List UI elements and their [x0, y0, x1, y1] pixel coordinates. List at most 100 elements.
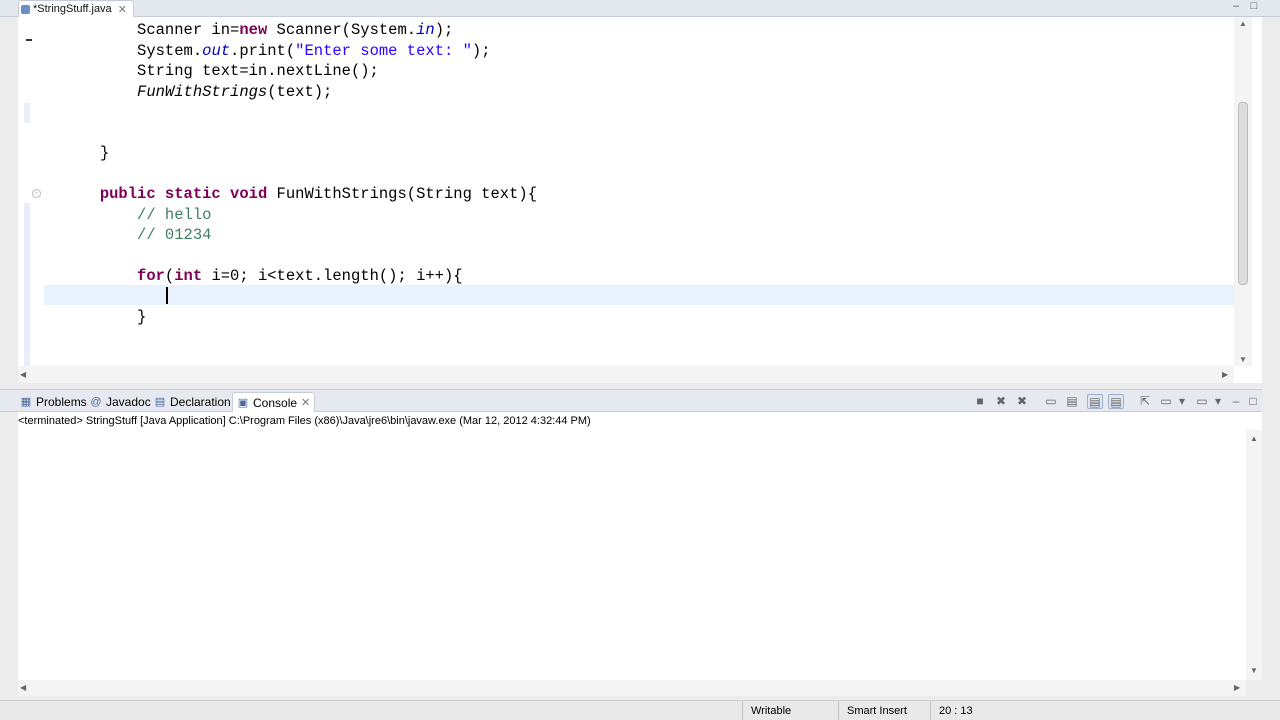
problems-icon: ▦ [20, 396, 32, 408]
tab-problems[interactable]: ▦ Problems [16, 392, 91, 412]
code-token: Scanner in= [137, 21, 240, 39]
code-token: ( [164, 267, 175, 285]
scroll-up-icon[interactable]: ▲ [1239, 19, 1247, 28]
status-bar: Writable Smart Insert 20 : 13 [0, 700, 1280, 720]
tab-problems-label: Problems [36, 395, 87, 409]
status-insert-mode[interactable]: Smart Insert [838, 701, 930, 720]
code-token: "Enter some text: " [295, 41, 472, 60]
code-token: } [99, 144, 110, 162]
code-token: (text); [267, 82, 333, 101]
status-cursor-position: 20 : 13 [930, 701, 1010, 720]
code-line[interactable]: FunWithStrings(text); [44, 82, 1234, 103]
tab-console-label: Console [253, 395, 298, 410]
fold-collapse-icon[interactable]: - [32, 189, 41, 198]
editor-scroll-thumb[interactable] [1238, 102, 1248, 285]
display-console-icon[interactable]: ▭ [1158, 394, 1174, 409]
scroll-up-icon[interactable]: ▲ [1250, 434, 1258, 443]
editor-gutter: - [18, 17, 44, 367]
console-vertical-scrollbar[interactable]: ▲ ▼ [1246, 430, 1262, 680]
java-file-icon [21, 5, 30, 14]
pin-console-icon[interactable]: ⇱ [1137, 394, 1153, 409]
show-on-stdout-icon[interactable]: ▤ [1087, 394, 1103, 409]
code-line[interactable]: } [44, 307, 1234, 328]
code-token: ); [471, 41, 491, 60]
code-token: i=0; i<text.length(); i++){ [202, 267, 463, 285]
code-line[interactable]: public static void FunWithStrings(String… [44, 184, 1234, 205]
code-token: new [239, 21, 268, 39]
code-token: String text=in.nextLine(); [137, 62, 379, 80]
code-line[interactable]: System.out.print("Enter some text: "); [44, 41, 1234, 62]
code-line[interactable]: for(int i=0; i<text.length(); i++){ [44, 266, 1234, 287]
code-token: System. [137, 41, 203, 60]
scroll-left-icon[interactable]: ◀ [20, 370, 26, 379]
tab-javadoc-label: Javadoc [106, 395, 151, 409]
code-line[interactable]: } [44, 143, 1234, 164]
code-token: // hello [137, 205, 212, 224]
scroll-lock-icon[interactable]: ▤ [1064, 394, 1080, 409]
chevron-down-icon[interactable]: ▾ [1210, 394, 1226, 409]
change-marker [26, 39, 32, 41]
text-caret [166, 287, 168, 304]
code-token: ); [434, 21, 454, 39]
declaration-icon: ▤ [154, 396, 166, 408]
scroll-down-icon[interactable]: ▼ [1239, 355, 1247, 364]
tab-javadoc[interactable]: @ Javadoc [86, 392, 155, 412]
code-token: int [174, 267, 203, 285]
minimize-icon[interactable]: – [1228, 394, 1244, 409]
console-icon: ▣ [237, 396, 249, 409]
code-token: Scanner(System. [267, 21, 417, 39]
code-line[interactable]: Scanner in=new Scanner(System.in); [44, 20, 1234, 41]
maximize-icon[interactable]: □ [1245, 394, 1261, 409]
bottom-panel-tab-bar: ▦ Problems @ Javadoc ▤ Declaration ▣ Con… [0, 389, 1262, 412]
code-line[interactable]: // 01234 [44, 225, 1234, 246]
javadoc-icon: @ [90, 396, 102, 408]
code-text[interactable]: Scanner in=new Scanner(System.in); Syste… [44, 20, 1234, 328]
scroll-right-icon[interactable]: ▶ [1222, 370, 1228, 379]
remove-all-terminated-icon[interactable]: ✖ [1014, 394, 1030, 409]
code-token: in [416, 21, 435, 39]
code-editor[interactable]: - Scanner in=new Scanner(System.in); Sys… [18, 17, 1262, 383]
editor-tab-label: *StringStuff.java [33, 3, 112, 15]
open-console-icon[interactable]: ▭ [1194, 394, 1210, 409]
remove-launch-icon[interactable]: ✖ [993, 394, 1009, 409]
editor-tab-bar: *StringStuff.java ✕ – □ [0, 0, 1280, 17]
console-output[interactable] [18, 430, 1246, 680]
code-line[interactable] [44, 287, 1234, 308]
editor-horizontal-scrollbar[interactable]: ◀ ▶ [18, 366, 1234, 383]
code-token: for [137, 267, 165, 285]
close-icon[interactable]: ✕ [301, 396, 310, 409]
code-line[interactable] [44, 123, 1234, 144]
code-token: // 01234 [137, 226, 212, 244]
minimize-icon[interactable]: – [1230, 0, 1242, 12]
code-token: FunWithStrings [137, 82, 268, 101]
scroll-left-icon[interactable]: ◀ [20, 683, 26, 692]
close-icon[interactable]: ✕ [118, 3, 127, 16]
tab-declaration-label: Declaration [170, 395, 231, 409]
console-horizontal-scrollbar[interactable]: ◀ ▶ [18, 680, 1246, 696]
terminate-icon[interactable]: ■ [972, 394, 988, 409]
clear-console-icon[interactable]: ▭ [1043, 394, 1059, 409]
code-line[interactable]: String text=in.nextLine(); [44, 61, 1234, 82]
quick-diff-bar [24, 203, 30, 367]
code-token: FunWithStrings(String text){ [267, 185, 537, 203]
console-launch-description: <terminated> StringStuff [Java Applicati… [18, 412, 1262, 430]
maximize-icon[interactable]: □ [1248, 0, 1260, 12]
code-token: out [202, 41, 231, 60]
code-line[interactable] [44, 246, 1234, 267]
code-line[interactable] [44, 102, 1234, 123]
scroll-right-icon[interactable]: ▶ [1234, 683, 1240, 692]
scroll-down-icon[interactable]: ▼ [1250, 666, 1258, 675]
code-line[interactable] [44, 164, 1234, 185]
tab-declaration[interactable]: ▤ Declaration [150, 392, 235, 412]
chevron-down-icon[interactable]: ▾ [1174, 394, 1190, 409]
tab-console[interactable]: ▣ Console ✕ [232, 392, 316, 412]
code-line[interactable]: // hello [44, 205, 1234, 226]
quick-diff-bar [24, 103, 30, 123]
code-token: .print( [230, 41, 296, 60]
status-writable: Writable [742, 701, 838, 720]
editor-vertical-scrollbar[interactable]: ▲ ▼ [1234, 17, 1252, 366]
show-on-stderr-icon[interactable]: ▤ [1108, 394, 1124, 409]
code-token: public static void [99, 185, 268, 203]
code-token: } [137, 308, 147, 326]
editor-tab-stringstuff[interactable]: *StringStuff.java ✕ [18, 0, 134, 17]
